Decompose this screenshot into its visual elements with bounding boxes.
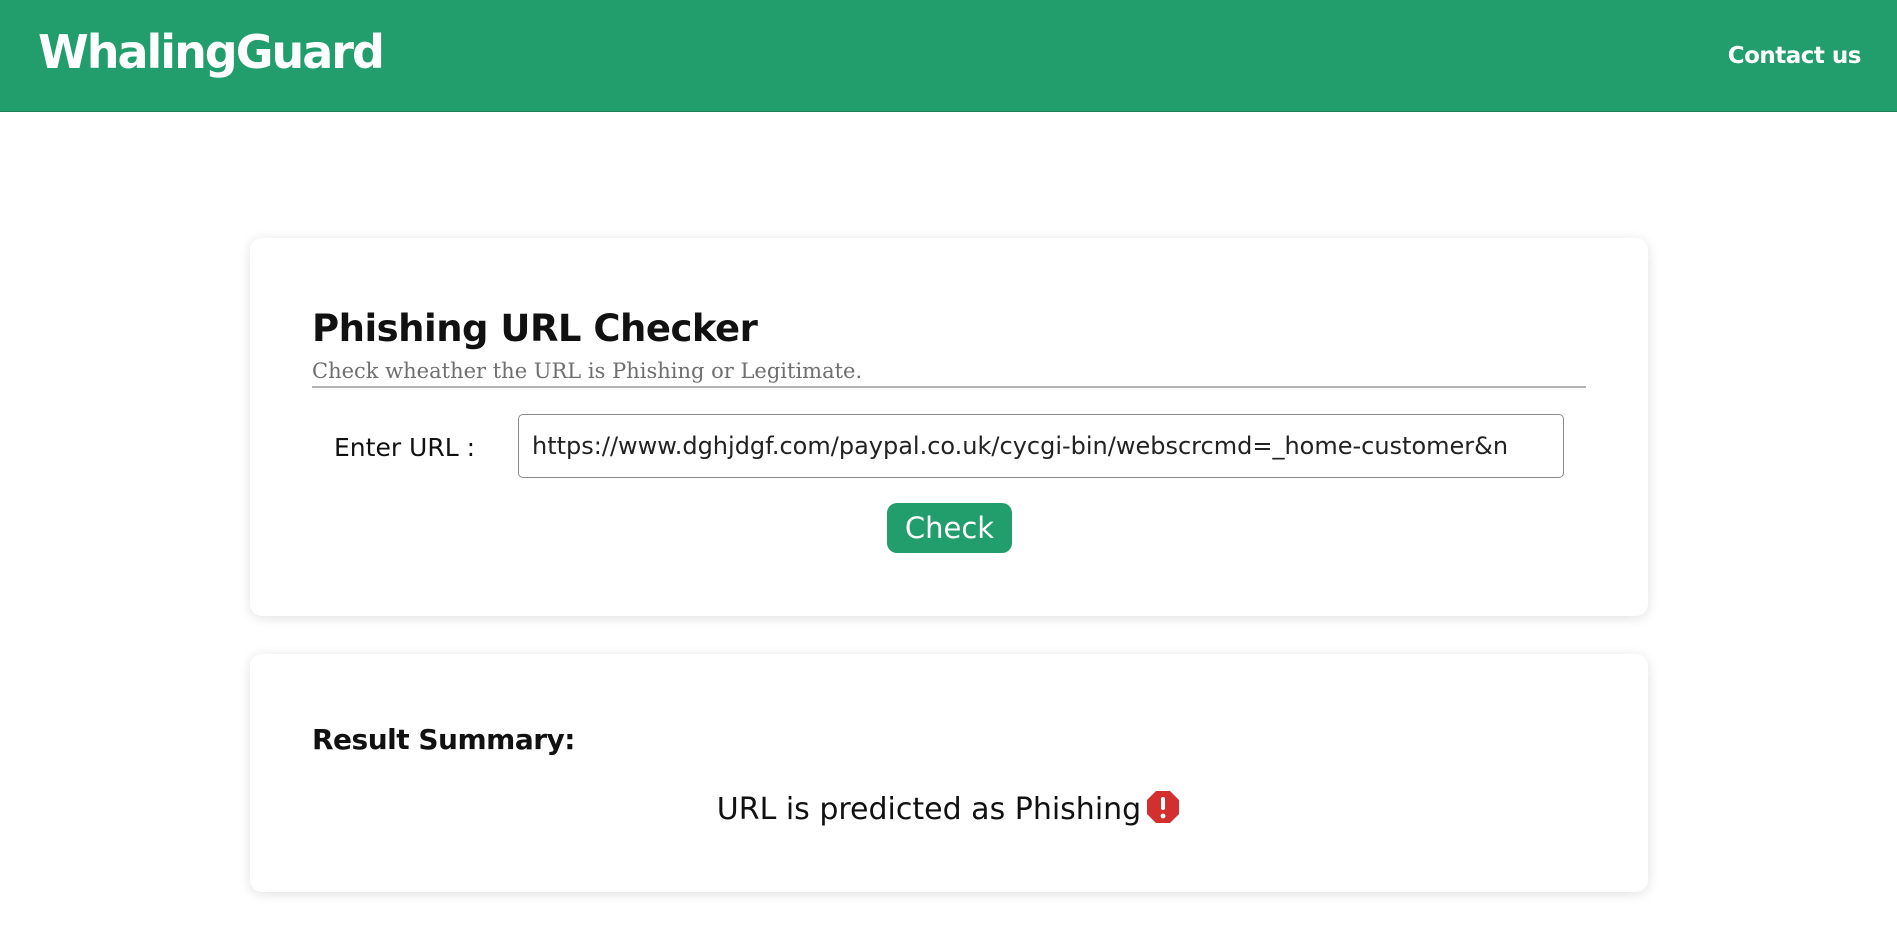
result-heading: Result Summary: [312,723,575,756]
url-input[interactable] [518,414,1564,478]
brand-logo[interactable]: WhalingGuard [38,22,385,82]
warning-octagon-icon [1147,791,1180,823]
result-summary-card: Result Summary: URL is predicted as Phis… [250,654,1648,892]
url-field-label: Enter URL : [334,433,476,462]
check-button[interactable]: Check [887,503,1012,553]
result-line: URL is predicted as Phishing [250,788,1648,832]
result-message: URL is predicted as Phishing [716,792,1142,827]
page-title: Phishing URL Checker [312,307,758,350]
page-subtitle: Check wheather the URL is Phishing or Le… [312,356,1586,388]
top-navbar: WhalingGuard Contact us [0,0,1897,112]
url-checker-card: Phishing URL Checker Check wheather the … [250,238,1648,616]
contact-us-link[interactable]: Contact us [1728,40,1862,72]
